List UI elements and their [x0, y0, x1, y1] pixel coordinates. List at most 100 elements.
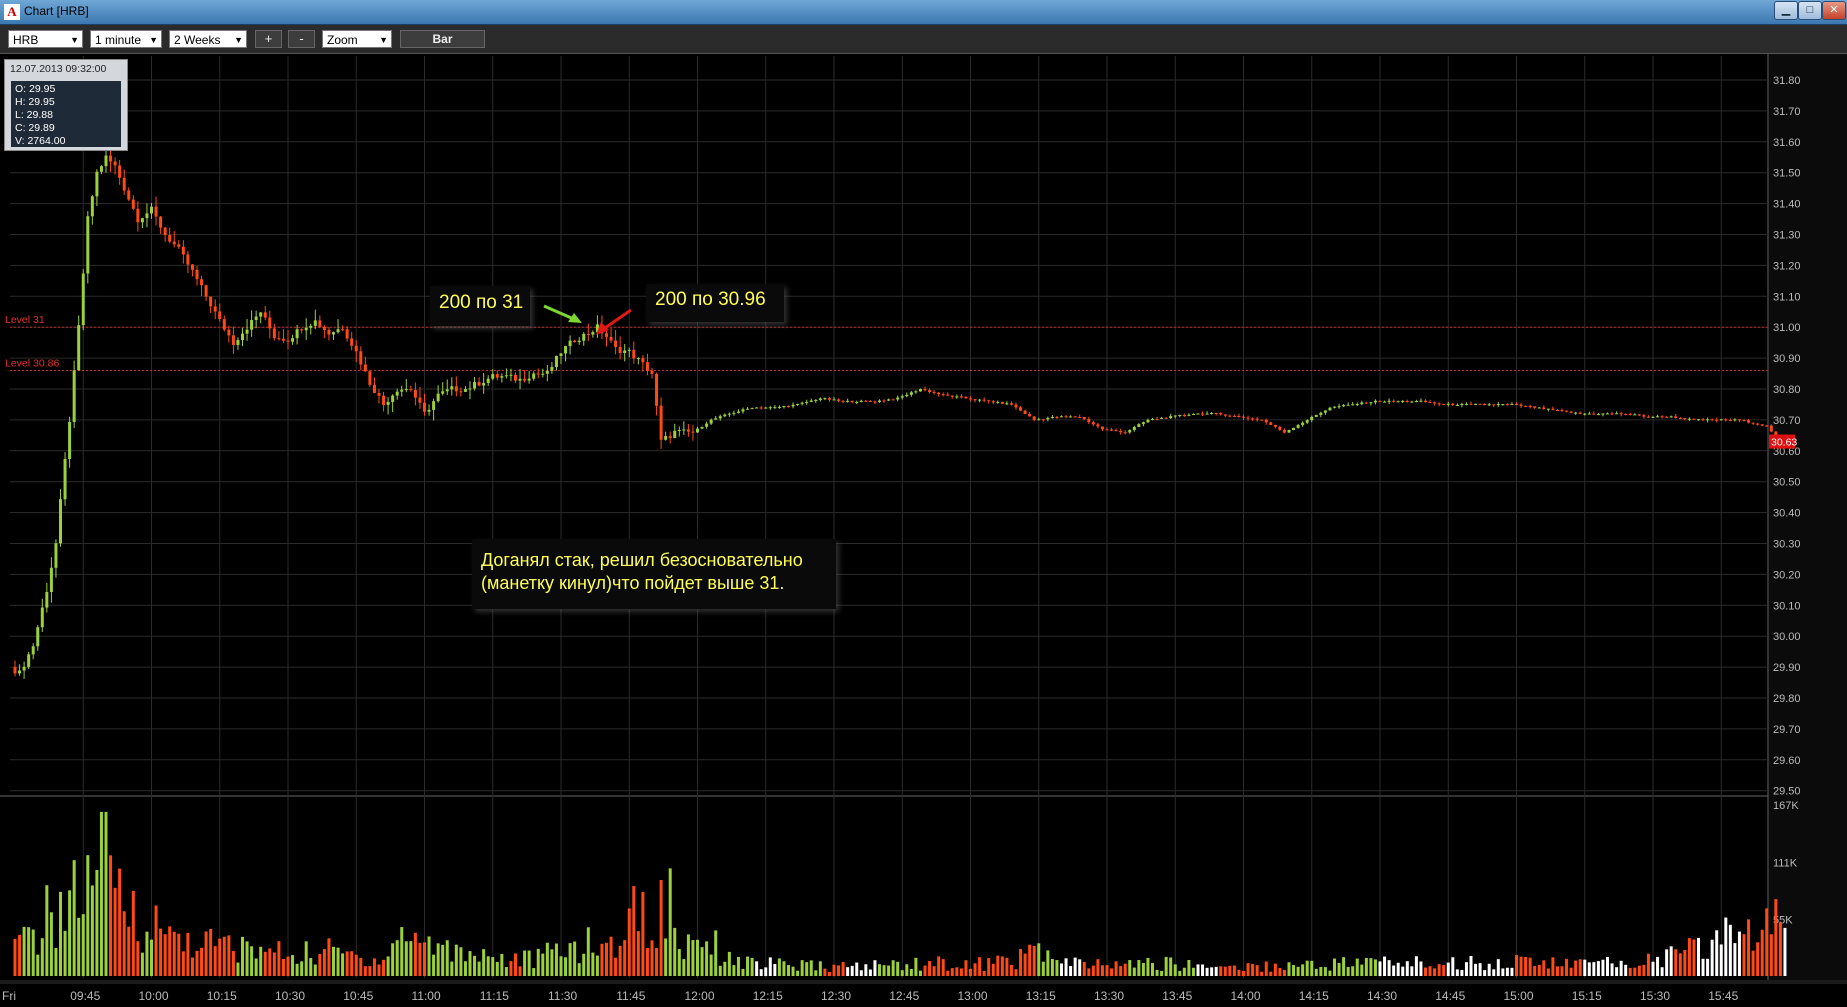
- volume-bar: [909, 968, 913, 976]
- volume-bar: [1255, 965, 1259, 976]
- volume-bar: [1287, 962, 1291, 976]
- volume-bar: [1032, 945, 1036, 976]
- candle-up: [1487, 404, 1491, 406]
- price-tick-label: 31.50: [1773, 168, 1801, 180]
- candle-up: [1037, 419, 1041, 421]
- candle-up: [1419, 400, 1423, 402]
- volume-tick-label: 111K: [1773, 857, 1798, 869]
- volume-bar: [36, 954, 40, 976]
- volume-bar: [81, 914, 85, 976]
- candle-down: [113, 161, 117, 166]
- candle-down: [372, 384, 376, 393]
- volume-bar: [177, 933, 181, 976]
- volume-bar: [1301, 964, 1305, 976]
- time-tick-label: 13:00: [958, 989, 988, 1003]
- candle-down: [1756, 423, 1760, 425]
- candle-down: [454, 386, 458, 392]
- time-tick-label: 11:00: [412, 989, 441, 1003]
- candle-down: [1228, 415, 1232, 417]
- volume-bar: [550, 949, 554, 976]
- candle-up: [705, 423, 709, 427]
- candle-up: [436, 393, 440, 402]
- volume-bar: [650, 940, 654, 976]
- volume-bar: [1760, 929, 1764, 976]
- volume-bar: [1747, 919, 1751, 976]
- volume-bar: [827, 972, 831, 976]
- candle-up: [750, 408, 754, 410]
- volume-bar: [1724, 917, 1728, 976]
- volume-bar: [1146, 957, 1150, 976]
- candle-up: [796, 403, 800, 405]
- volume-bar: [773, 963, 777, 976]
- volume-bar: [1009, 964, 1013, 976]
- candle-up: [905, 394, 909, 397]
- volume-bar: [1273, 963, 1277, 976]
- candle-up: [1210, 413, 1214, 415]
- tooltip-values: O: 29.95 H: 29.95 L: 29.88 C: 29.89 V: 2…: [11, 81, 121, 147]
- volume-bar: [172, 931, 176, 976]
- volume-bar: [1610, 963, 1614, 976]
- candle-down: [1064, 416, 1068, 418]
- candle-up: [1146, 419, 1150, 423]
- candle-down: [1364, 402, 1368, 404]
- volume-bar: [336, 947, 340, 976]
- volume-bar: [213, 946, 217, 976]
- volume-bar: [477, 961, 481, 976]
- volume-bar: [959, 968, 963, 976]
- candle-up: [332, 332, 335, 335]
- candle-down: [172, 241, 176, 245]
- volume-bar: [768, 957, 772, 976]
- price-chart[interactable]: 31.80 31.70 31.60 31.50 31.40 31.30 31.20 31.10…: [0, 0, 1847, 1007]
- volume-bar: [1615, 967, 1619, 976]
- candle-up: [291, 338, 295, 342]
- candle-down: [418, 397, 422, 403]
- volume-bar: [400, 927, 404, 976]
- candle-down: [1624, 413, 1628, 415]
- candle-down: [1123, 432, 1127, 434]
- volume-bar: [1669, 946, 1673, 976]
- time-tick-label: 13:45: [1162, 989, 1192, 1003]
- candle-down: [959, 396, 963, 398]
- candle-up: [104, 155, 108, 167]
- volume-bar: [59, 891, 62, 976]
- candle-down: [1674, 416, 1678, 418]
- volume-bar: [404, 941, 408, 976]
- candle-down: [1678, 417, 1682, 419]
- candle-up: [250, 320, 254, 330]
- volume-bar: [1305, 960, 1309, 976]
- candle-down: [1628, 413, 1632, 415]
- candle-up: [1069, 416, 1073, 418]
- volume-bar: [1041, 961, 1045, 976]
- volume-bar: [372, 958, 376, 976]
- volume-bar: [846, 967, 850, 976]
- volume-bar: [882, 965, 886, 976]
- candle-up: [1633, 414, 1637, 416]
- candle-up: [582, 333, 586, 341]
- time-tick-label: 12:45: [889, 989, 919, 1003]
- time-tick-label: 15:30: [1640, 989, 1670, 1003]
- candle-up: [996, 401, 1000, 403]
- volume-bar: [1087, 968, 1091, 976]
- volume-bar: [1219, 966, 1223, 976]
- candle-up: [518, 378, 522, 381]
- volume-bar: [145, 931, 149, 976]
- candle-down: [1223, 414, 1227, 416]
- volume-bar: [1333, 958, 1336, 976]
- volume-bar: [1005, 957, 1009, 976]
- volume-bar: [259, 946, 263, 976]
- candle-down: [991, 401, 995, 403]
- time-tick-label: 10:15: [207, 989, 237, 1003]
- volume-bar: [300, 961, 304, 976]
- volume-bar: [272, 952, 276, 976]
- time-tick-label: 10:45: [343, 989, 373, 1003]
- candle-up: [395, 391, 399, 396]
- volume-bar: [1460, 969, 1464, 976]
- candle-down: [1246, 417, 1250, 419]
- volume-bar: [1164, 956, 1168, 976]
- volume-bar: [1405, 961, 1409, 976]
- volume-bar: [1733, 943, 1737, 976]
- volume-bar: [1378, 961, 1382, 976]
- candle-down: [686, 429, 690, 432]
- volume-bar: [855, 962, 859, 976]
- horizontal-scrollbar[interactable]: [0, 980, 1847, 984]
